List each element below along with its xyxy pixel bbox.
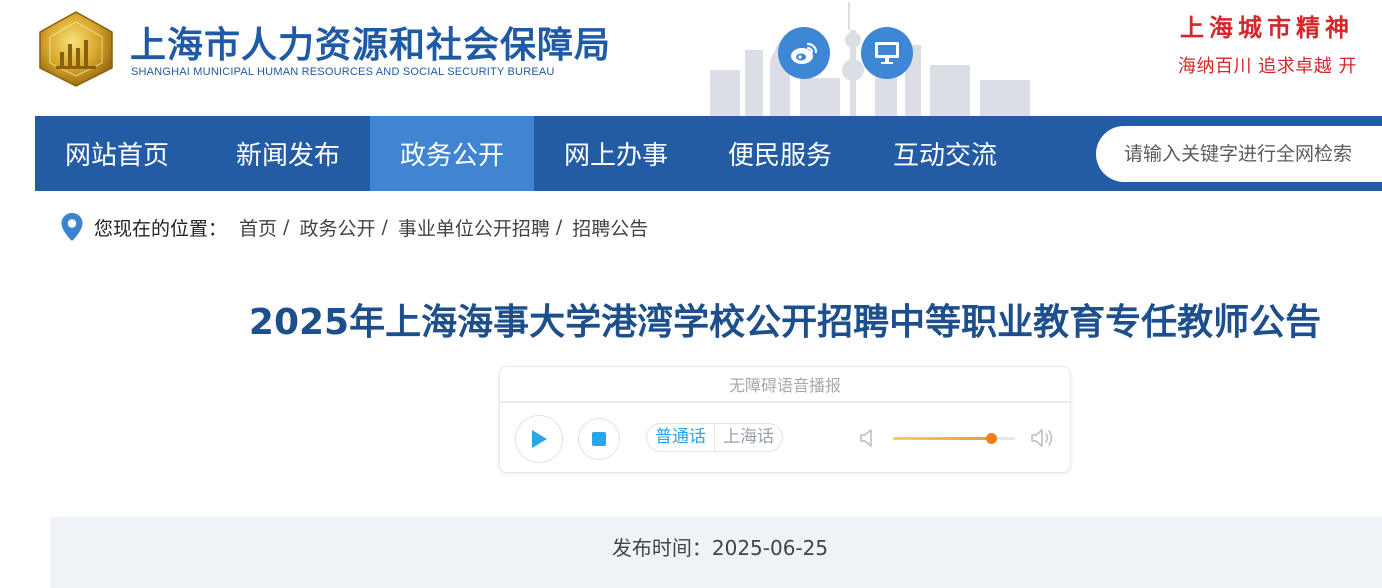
monitor-icon [875, 42, 899, 64]
audio-player-header: 无障碍语音播报 [500, 367, 1070, 403]
breadcrumb-home[interactable]: 首页 [239, 214, 277, 241]
breadcrumb-announcement[interactable]: 招聘公告 [572, 214, 648, 241]
volume-high-icon[interactable] [1030, 426, 1056, 450]
language-shanghainese[interactable]: 上海话 [715, 424, 782, 451]
play-icon [532, 430, 547, 448]
volume-knob[interactable] [985, 433, 997, 444]
site-subtitle: SHANGHAI MUNICIPAL HUMAN RESOURCES AND S… [131, 66, 555, 78]
weibo-icon [791, 42, 818, 64]
language-mandarin[interactable]: 普通话 [647, 424, 715, 451]
stop-button[interactable] [578, 418, 620, 460]
breadcrumb-label: 您现在的位置： [94, 217, 228, 240]
publish-info-bar: 发布时间：2025-06-25 [50, 517, 1382, 588]
volume-low-icon[interactable] [858, 427, 878, 449]
weibo-button[interactable] [778, 27, 830, 79]
breadcrumb-separator: / [555, 216, 563, 238]
nav-item-public-services[interactable]: 便民服务 [698, 116, 862, 191]
audio-player: 无障碍语音播报 普通话 上海话 [499, 366, 1071, 473]
article-title: 2025年上海海事大学港湾学校公开招聘中等职业教育专任教师公告 [248, 302, 1322, 343]
nav-item-online-services[interactable]: 网上办事 [534, 116, 698, 191]
breadcrumb-separator: / [381, 216, 388, 238]
stop-icon [592, 432, 606, 446]
city-spirit-subtitle: 海纳百川 追求卓越 开 [1178, 56, 1357, 77]
location-pin-icon [61, 213, 83, 241]
nav-item-home[interactable]: 网站首页 [35, 116, 199, 191]
breadcrumb-recruitment[interactable]: 事业单位公开招聘 [398, 214, 550, 241]
breadcrumb: 您现在的位置： 首页 / 政务公开 / 事业单位公开招聘 / 招聘公告 [60, 210, 648, 244]
volume-level [893, 437, 991, 440]
city-spirit-title: 上海城市精神 [1180, 13, 1354, 42]
pc-version-button[interactable] [861, 27, 913, 79]
nav-item-news[interactable]: 新闻发布 [206, 116, 370, 191]
play-button[interactable] [515, 415, 563, 463]
nav-item-government-affairs[interactable]: 政务公开 [370, 116, 534, 191]
search-box [1096, 126, 1382, 182]
publish-date: 发布时间：2025-06-25 [611, 536, 829, 560]
search-input[interactable] [1124, 143, 1382, 165]
site-header: 上海市人力资源和社会保障局 SHANGHAI MUNICIPAL HUMAN R… [0, 0, 1382, 116]
breadcrumb-government-affairs[interactable]: 政务公开 [299, 214, 375, 241]
bureau-emblem-icon[interactable] [34, 10, 118, 88]
site-title[interactable]: 上海市人力资源和社会保障局 [130, 16, 611, 68]
breadcrumb-separator: / [283, 216, 290, 238]
nav-item-interaction[interactable]: 互动交流 [863, 116, 1027, 191]
volume-slider[interactable] [893, 433, 1015, 444]
language-selector: 普通话 上海话 [646, 423, 783, 452]
